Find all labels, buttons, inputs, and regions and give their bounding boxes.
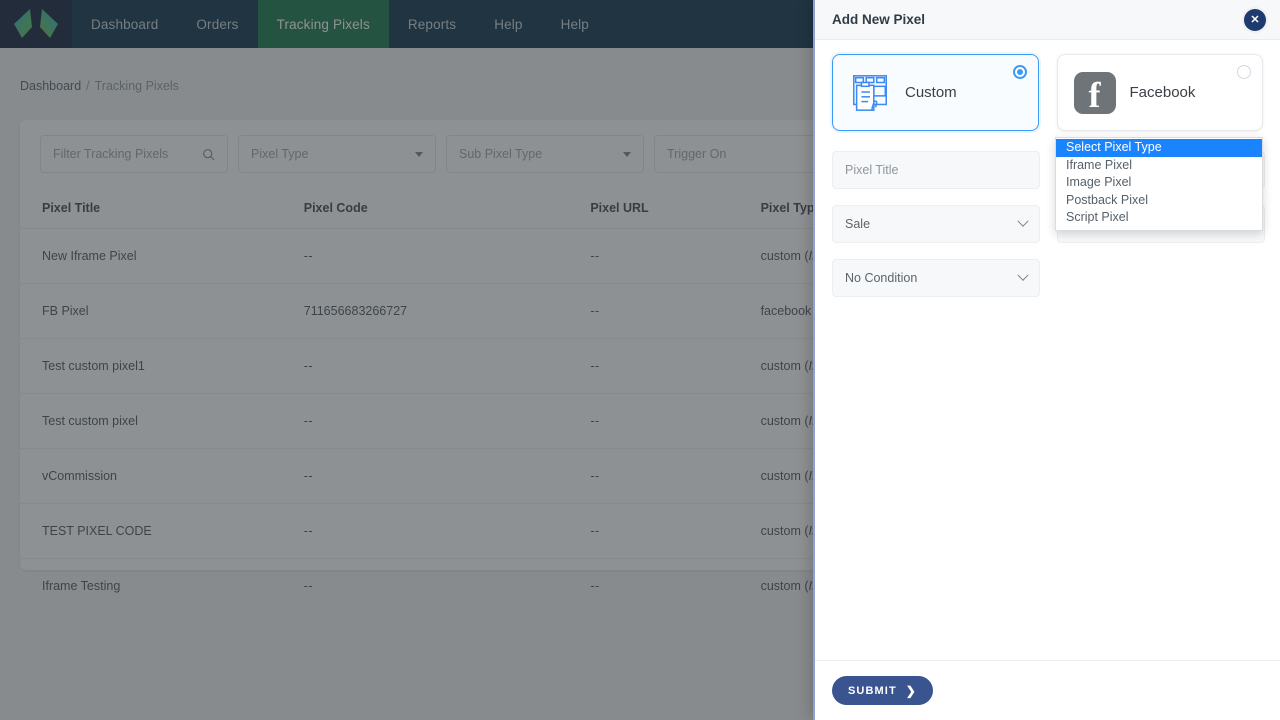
app-root: Dashboard Orders Tracking Pixels Reports… <box>0 0 1280 720</box>
sale-select[interactable]: Sale <box>832 205 1040 243</box>
dropdown-option[interactable]: Select Pixel Type <box>1056 139 1262 157</box>
submit-button-label: SUBMIT <box>848 685 897 697</box>
pixel-title-input[interactable]: Pixel Title <box>832 151 1040 189</box>
add-new-pixel-drawer: Add New Pixel ✕ <box>813 0 1280 720</box>
pixel-type-dropdown-options[interactable]: Select Pixel TypeIframe PixelImage Pixel… <box>1055 137 1263 231</box>
pixel-type-card-facebook-label: Facebook <box>1130 84 1196 101</box>
close-icon[interactable]: ✕ <box>1244 9 1266 31</box>
dropdown-option[interactable]: Script Pixel <box>1056 209 1262 227</box>
pixel-title-placeholder: Pixel Title <box>845 163 899 177</box>
sale-select-value: Sale <box>845 217 870 231</box>
submit-button[interactable]: SUBMIT ❯ <box>832 676 933 705</box>
chevron-down-icon <box>1017 270 1028 281</box>
facebook-icon: f <box>1074 72 1116 114</box>
clipboard-checklist-icon <box>849 72 891 114</box>
radio-facebook-unselected[interactable] <box>1237 65 1251 79</box>
dropdown-option[interactable]: Iframe Pixel <box>1056 157 1262 175</box>
chevron-down-icon <box>1017 216 1028 227</box>
drawer-footer: SUBMIT ❯ <box>815 660 1280 720</box>
drawer-header: Add New Pixel ✕ <box>815 0 1280 40</box>
dropdown-option[interactable]: Image Pixel <box>1056 174 1262 192</box>
dropdown-option[interactable]: Postback Pixel <box>1056 192 1262 210</box>
drawer-body: Custom f Facebook Pixel Title Select Pix… <box>815 40 1280 660</box>
pixel-type-card-facebook[interactable]: f Facebook <box>1057 54 1264 131</box>
chevron-right-icon: ❯ <box>906 684 917 698</box>
pixel-type-card-custom-label: Custom <box>905 84 957 101</box>
pixel-type-cards: Custom f Facebook <box>832 54 1263 131</box>
radio-custom-selected[interactable] <box>1013 65 1027 79</box>
condition-select[interactable]: No Condition <box>832 259 1040 297</box>
pixel-type-card-custom[interactable]: Custom <box>832 54 1039 131</box>
drawer-title: Add New Pixel <box>832 12 925 27</box>
condition-select-value: No Condition <box>845 271 917 285</box>
